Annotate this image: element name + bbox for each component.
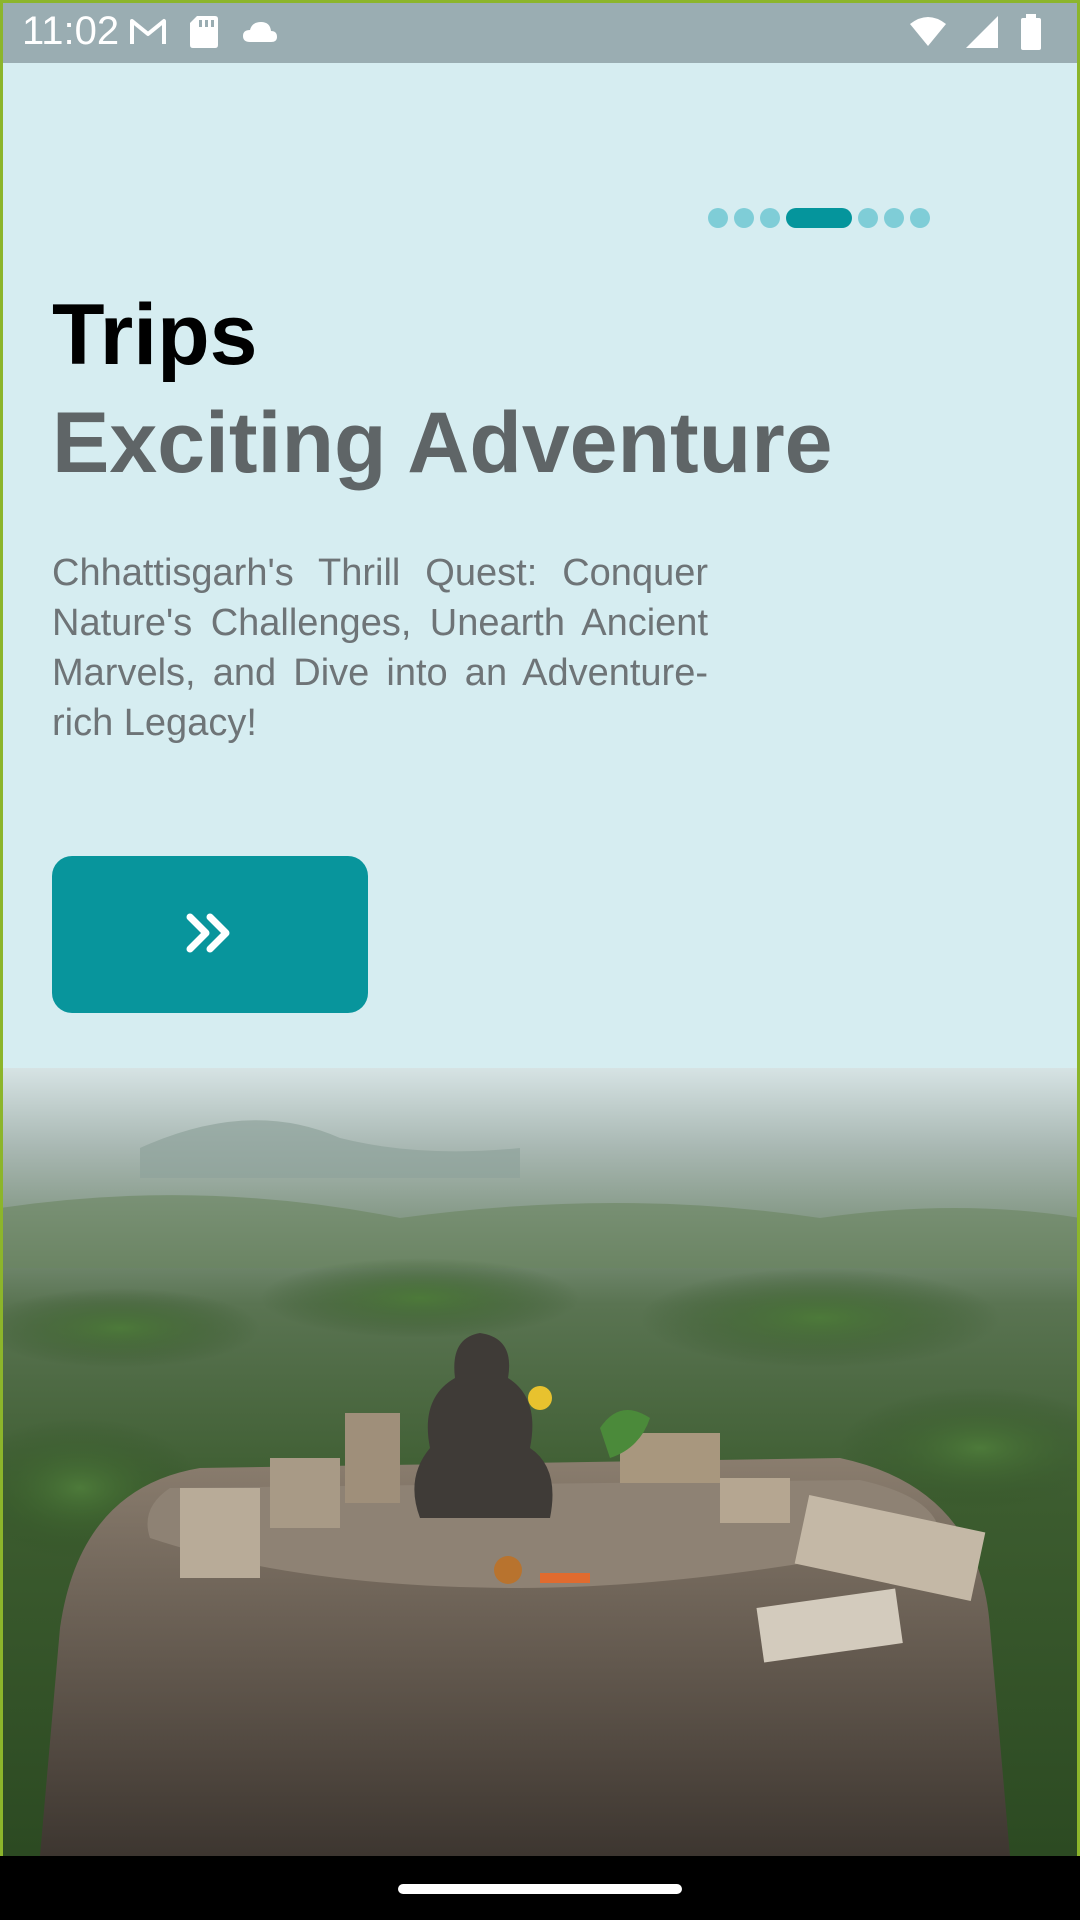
status-notification-icons [128, 12, 280, 52]
status-time: 11:02 [22, 9, 120, 53]
onboarding-screen: 11:02 Trips Exciting Adventure Chhattisg… [0, 0, 1080, 1920]
page-dot[interactable] [708, 208, 728, 228]
page-dot[interactable] [858, 208, 878, 228]
page-dot[interactable] [760, 208, 780, 228]
page-subtitle: Exciting Adventure [52, 395, 833, 491]
signal-icon [962, 12, 1002, 52]
battery-icon [1016, 12, 1056, 52]
next-button[interactable] [52, 856, 368, 1013]
gmail-icon [128, 12, 168, 52]
cloud-icon [240, 12, 280, 52]
sd-card-icon [184, 12, 224, 52]
page-dot-active[interactable] [786, 208, 852, 228]
status-system-icons [908, 12, 1056, 52]
double-chevron-right-icon [180, 903, 240, 966]
status-bar: 11:02 [0, 0, 1080, 63]
page-dot[interactable] [884, 208, 904, 228]
home-handle[interactable] [398, 1884, 682, 1894]
page-indicator [708, 208, 930, 228]
page-dot[interactable] [734, 208, 754, 228]
wifi-icon [908, 12, 948, 52]
hero-landscape-image [0, 1068, 1080, 1856]
page-dot[interactable] [910, 208, 930, 228]
page-title: Trips [52, 287, 258, 383]
page-description: Chhattisgarh's Thrill Quest: Conquer Nat… [52, 552, 708, 744]
navigation-bar [0, 1856, 1080, 1920]
